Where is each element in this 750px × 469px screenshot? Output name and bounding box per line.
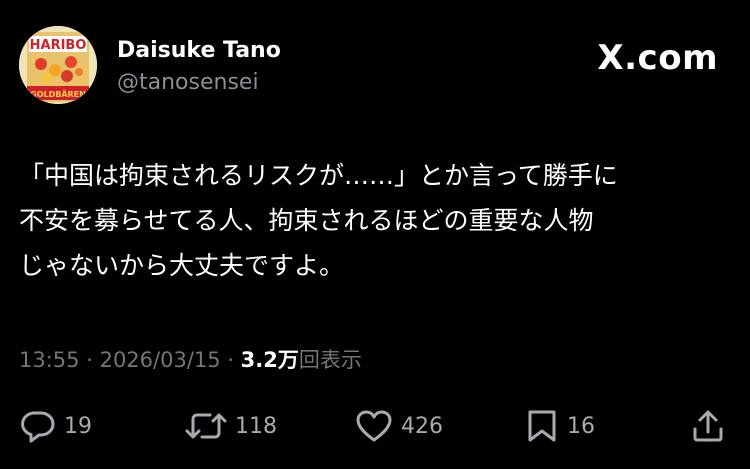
- views-count: 3.2万: [240, 348, 299, 372]
- meta-separator: ·: [227, 348, 241, 372]
- author-handle[interactable]: @tanosensei: [117, 70, 259, 95]
- bookmark-icon: [528, 410, 556, 442]
- heart-icon: [356, 410, 392, 442]
- like-button[interactable]: 426: [355, 406, 443, 446]
- tweet-meta: 13:55 · 2026/03/15 · 3.2万回表示: [19, 344, 362, 374]
- share-icon: [693, 410, 723, 442]
- reply-icon: [21, 411, 55, 443]
- meta-separator: ·: [86, 348, 100, 372]
- tweet-date[interactable]: 2026/03/15: [100, 348, 221, 372]
- svg-text:GOLDBÄREN: GOLDBÄREN: [30, 89, 86, 99]
- repost-icon: [185, 413, 227, 439]
- share-button[interactable]: [690, 406, 726, 446]
- views-label: 回表示: [298, 348, 362, 372]
- like-count: 426: [401, 413, 443, 439]
- reply-button[interactable]: 19: [20, 406, 92, 446]
- svg-text:HARIBO: HARIBO: [30, 38, 87, 53]
- avatar[interactable]: HARIBO GOLDBÄREN: [19, 26, 97, 104]
- tweet-line: 「中国は拘束されるリスクが……」とか言って勝手に: [19, 161, 618, 190]
- tweet-line: 不安を募らせてる人、拘束されるほどの重要な人物: [19, 206, 594, 235]
- repost-count: 118: [235, 413, 277, 439]
- tweet-time[interactable]: 13:55: [19, 348, 80, 372]
- tweet-line: じゃないから大丈夫ですよ。: [19, 251, 345, 280]
- repost-button[interactable]: 118: [185, 406, 277, 446]
- author-name[interactable]: Daisuke Tano: [117, 38, 281, 63]
- bookmark-count: 16: [567, 413, 595, 439]
- action-bar: 19 118 426 16: [0, 406, 750, 446]
- reply-count: 19: [64, 413, 92, 439]
- tweet-text: 「中国は拘束されるリスクが……」とか言って勝手に 不安を募らせてる人、拘束される…: [19, 153, 731, 288]
- bookmark-button[interactable]: 16: [525, 406, 595, 446]
- brand-logo: X.com: [597, 38, 718, 78]
- haribo-bag-image: HARIBO GOLDBÄREN: [19, 26, 97, 104]
